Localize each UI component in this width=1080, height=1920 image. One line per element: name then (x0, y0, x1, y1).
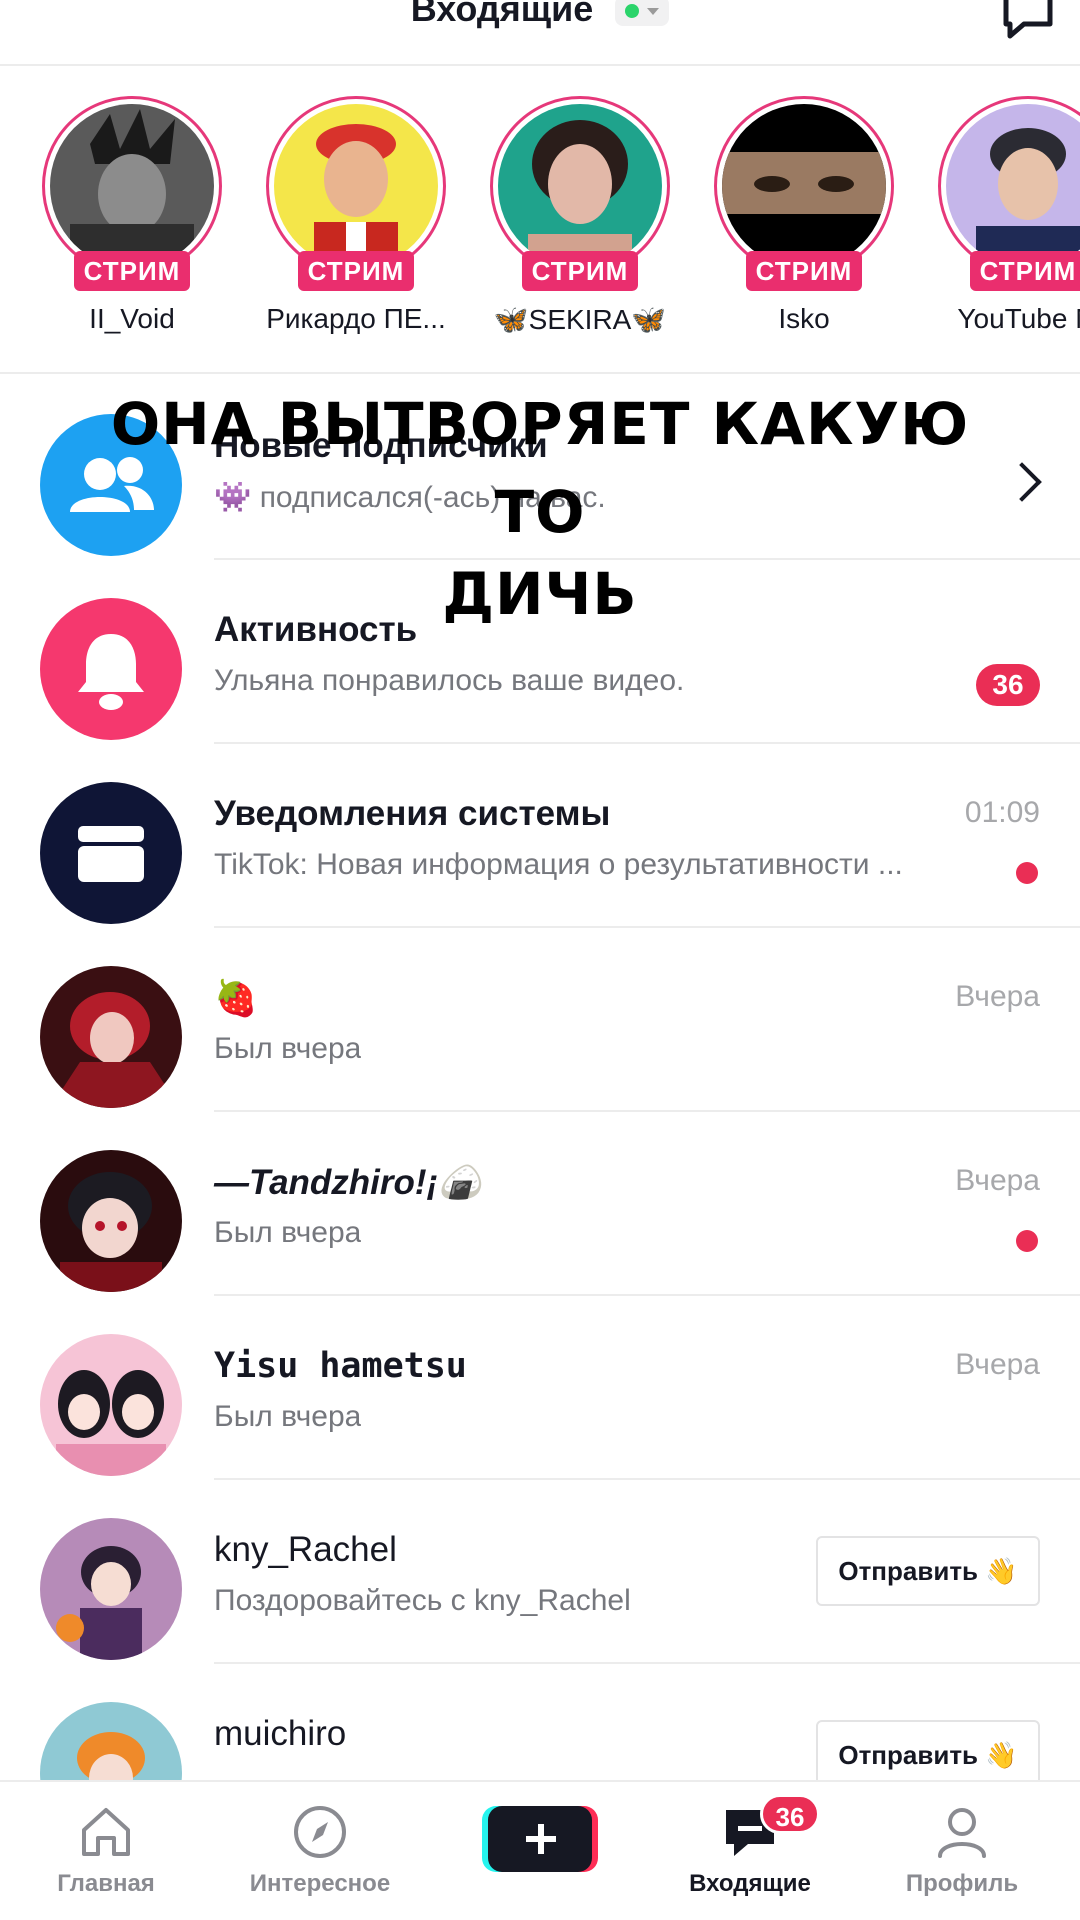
page-title: Входящие (410, 0, 594, 30)
bell-icon (40, 598, 182, 740)
nav-discover-label: Интересное (249, 1870, 391, 1897)
home-icon (82, 1808, 130, 1856)
nav-home[interactable]: Главная (6, 1800, 206, 1898)
online-status-dot-icon (625, 4, 640, 19)
row-title: Уведомления системы (214, 794, 611, 833)
live-stories-row[interactable]: СТРИМ II_Void СТРИМ Рикардо ПЕ... СТРИМ … (0, 66, 1080, 374)
live-badge: СТРИМ (970, 251, 1080, 291)
live-badge: СТРИМ (298, 251, 414, 291)
avatar (40, 966, 182, 1108)
unread-count-badge: 36 (976, 664, 1040, 706)
bottom-navigation: Главная Интересное 36 Входящие Профиль (0, 1780, 1080, 1920)
avatar (722, 104, 886, 268)
list-item-suggested[interactable]: kny_Rachel Поздоровайтесь с kny_Rachel О… (0, 1480, 1080, 1664)
row-title: muichiro (214, 1714, 347, 1753)
nav-inbox-label: Входящие (689, 1870, 811, 1897)
chevron-right-icon (1002, 462, 1042, 502)
inbox-icon (40, 782, 182, 924)
live-badge: СТРИМ (746, 251, 862, 291)
online-status-toggle[interactable] (615, 0, 670, 27)
row-title: Активность (214, 610, 418, 649)
avatar (50, 104, 214, 268)
nav-home-label: Главная (57, 1870, 155, 1897)
chevron-down-icon (647, 8, 660, 16)
story-username: II_Void (89, 303, 175, 334)
row-title: kny_Rachel (214, 1530, 397, 1569)
row-subtitle: 👾 подписался(-ась) на вас. (214, 481, 606, 514)
avatar (40, 1150, 182, 1292)
avatar (498, 104, 662, 268)
nav-discover[interactable]: Интересное (220, 1800, 420, 1898)
row-time: Вчера (955, 980, 1040, 1013)
avatar (274, 104, 438, 268)
inbox-header: Входящие (0, 0, 1080, 66)
compass-icon (294, 1806, 346, 1858)
unread-dot (1016, 862, 1038, 884)
nav-inbox[interactable]: 36 Входящие (650, 1794, 850, 1898)
live-badge: СТРИМ (522, 251, 638, 291)
list-item-chat[interactable]: Yisu hametsu Был вчера Вчера (0, 1296, 1080, 1480)
row-title: Новые подписчики (214, 426, 548, 465)
send-greeting-button[interactable]: Отправить 👋 (816, 1720, 1040, 1780)
row-subtitle: Поздоровайтесь с kny_Rachel (214, 1584, 631, 1617)
live-badge: СТРИМ (74, 251, 190, 291)
avatar (40, 1334, 182, 1476)
story-username: Isko (778, 303, 830, 334)
compose-message-icon[interactable] (1000, 0, 1056, 42)
inbox-badge: 36 (760, 1794, 820, 1834)
row-title: Yisu hametsu (214, 1346, 467, 1386)
send-greeting-button[interactable]: Отправить 👋 (816, 1536, 1040, 1606)
row-subtitle: Был вчера (214, 1032, 362, 1065)
row-title: 🍓 (214, 979, 258, 1018)
story-username: 🦋SEKIRA🦋 (493, 304, 667, 335)
row-time: Вчера (955, 1164, 1040, 1197)
list-item-new-followers[interactable]: Новые подписчики 👾 подписался(-ась) на в… (0, 376, 1080, 560)
create-video-button[interactable] (482, 1804, 598, 1874)
row-time: 01:09 (964, 796, 1040, 829)
list-item-chat[interactable]: 🍓 Был вчера Вчера (0, 928, 1080, 1112)
nav-profile-label: Профиль (905, 1870, 1019, 1897)
list-item-activity[interactable]: Активность Ульяна понравилось ваше видео… (0, 560, 1080, 744)
followers-icon (40, 414, 182, 556)
header-title-group: Входящие (0, 0, 1080, 30)
row-subtitle: Ульяна понравилось ваше видео. (214, 664, 685, 697)
story-username: YouTube M (957, 303, 1080, 334)
list-item-suggested[interactable]: muichiro Отправить 👋 (0, 1664, 1080, 1780)
unread-dot (1016, 1230, 1038, 1252)
story-username: Рикардо ПЕ... (266, 303, 446, 334)
avatar (40, 1518, 182, 1660)
row-subtitle: TikTok: Новая информация о результативно… (214, 848, 903, 881)
row-title: —Tandzhiro!¡🍙 (214, 1163, 482, 1202)
list-item-system-notifications[interactable]: Уведомления системы TikTok: Новая информ… (0, 744, 1080, 928)
row-subtitle: Был вчера (214, 1216, 362, 1249)
row-time: Вчера (955, 1348, 1040, 1381)
profile-icon (938, 1808, 986, 1858)
avatar (40, 1702, 182, 1780)
list-item-chat[interactable]: —Tandzhiro!¡🍙 Был вчера Вчера (0, 1112, 1080, 1296)
row-subtitle: Был вчера (214, 1400, 362, 1433)
nav-profile[interactable]: Профиль (862, 1800, 1062, 1898)
